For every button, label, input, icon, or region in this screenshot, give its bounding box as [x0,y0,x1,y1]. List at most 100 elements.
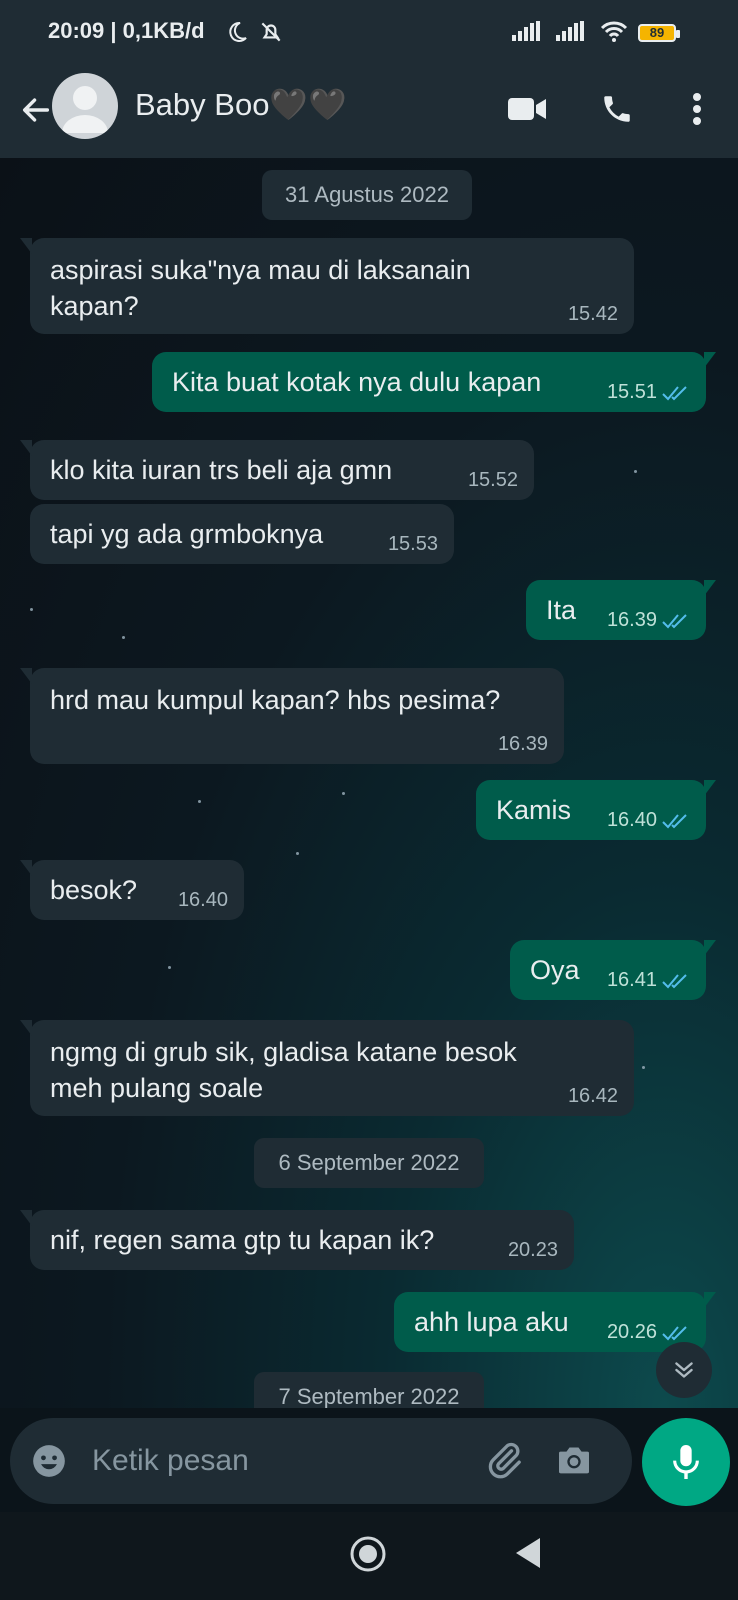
star [168,966,171,969]
message-text: tapi yg ada grmboknya [50,519,324,549]
message-outgoing[interactable]: Kamis 16.40 [476,780,716,840]
message-text: klo kita iuran trs beli aja gmn [50,455,393,485]
chat-area[interactable]: 31 Agustus 2022 aspirasi suka"nya mau di… [0,158,738,1408]
message-text: ngmg di grub sik, gladisa katane besok me… [50,1037,517,1103]
signal-icon [512,21,546,46]
bubble-tail [704,1292,716,1308]
system-navigation-bar [0,1512,738,1600]
double-check-icon [662,813,687,828]
message-text: ahh lupa aku [414,1307,569,1337]
double-check-icon [662,613,687,628]
microphone-icon [673,1445,699,1479]
message-incoming[interactable]: besok? 16.40 [20,860,244,920]
message-meta: 15.52 [468,469,518,492]
message-input[interactable] [90,1440,454,1482]
message-text: Oya [530,955,580,985]
message-meta: 15.53 [388,533,438,556]
message-meta: 16.41 [607,969,690,992]
emoji-button[interactable] [30,1442,68,1485]
back-nav-button[interactable] [514,1536,544,1575]
message-text: Kamis [496,795,572,825]
contact-name[interactable]: Baby Boo🖤🖤 [135,86,347,123]
double-check-icon [662,973,687,988]
battery-icon: 89 [638,23,682,44]
message-text: hrd mau kumpul kapan? hbs pesima? [50,685,501,715]
bubble-tail [20,860,32,876]
signal-icon [556,21,590,46]
message-outgoing[interactable]: Oya 16.41 [510,940,716,1000]
bubble-tail [704,780,716,796]
message-meta: 20.23 [508,1239,558,1262]
star [30,608,33,611]
message-time: 16.39 [606,609,657,631]
message-incoming[interactable]: nif, regen sama gtp tu kapan ik? 20.23 [20,1210,574,1270]
message-time: 16.40 [177,889,228,911]
message-text: besok? [50,875,138,905]
message-time: 16.41 [606,969,657,991]
emoji-icon [33,1445,65,1477]
video-call-button[interactable] [502,84,552,134]
status-bar: 20:09 | 0,1KB/d 89 [0,0,738,66]
message-meta: 20.26 [607,1321,690,1344]
triangle-back-icon [516,1538,540,1568]
message-incoming[interactable]: ngmg di grub sik, gladisa katane besok me… [20,1020,634,1116]
message-text: Kita buat kotak nya dulu kapan [172,367,542,397]
message-outgoing[interactable]: ahh lupa aku 20.26 [394,1292,716,1352]
bubble-tail [20,668,32,684]
star [342,792,345,795]
date-label: 6 September 2022 [278,1150,460,1175]
star [122,636,125,639]
message-text: nif, regen sama gtp tu kapan ik? [50,1225,435,1255]
home-button[interactable] [348,1534,388,1579]
message-text: Ita [546,595,577,625]
message-meta: 16.40 [178,889,228,912]
scroll-to-bottom-button[interactable] [656,1342,712,1398]
message-incoming[interactable]: klo kita iuran trs beli aja gmn 15.52 [20,440,534,500]
message-meta: 16.39 [498,733,548,756]
home-circle-icon [350,1536,386,1572]
voice-message-button[interactable] [642,1418,730,1506]
chat-header: Baby Boo🖤🖤 [0,66,738,158]
message-incoming[interactable]: hrd mau kumpul kapan? hbs pesima? 16.39 [20,668,564,764]
message-meta: 16.40 [607,809,690,832]
message-outgoing[interactable]: Kita buat kotak nya dulu kapan 15.51 [152,352,716,412]
message-incoming[interactable]: tapi yg ada grmboknya 15.53 [30,504,454,564]
status-time: 20:09 | 0,1KB/d [48,18,205,43]
message-time: 15.42 [567,303,618,325]
bubble-tail [704,352,716,368]
bubble-tail [20,238,32,254]
message-meta: 16.39 [607,609,690,632]
camera-button[interactable] [554,1440,594,1485]
star [296,852,299,855]
star [634,470,637,473]
message-incoming[interactable]: aspirasi suka"nya mau di laksanain kapan?… [20,238,634,334]
message-time: 16.42 [567,1085,618,1107]
date-label: 7 September 2022 [278,1384,460,1408]
voice-call-button[interactable] [592,84,642,134]
video-call-icon [508,98,546,120]
message-time: 20.23 [507,1239,558,1261]
avatar[interactable] [52,73,118,139]
star [198,800,201,803]
date-chip: 7 September 2022 [254,1372,484,1408]
message-meta: 15.51 [607,381,690,404]
more-vert-icon [693,93,701,125]
more-options-button[interactable] [672,84,722,134]
double-chevron-down-icon [675,1362,693,1378]
bubble-tail [20,1210,32,1226]
paperclip-icon [488,1442,521,1479]
date-chip: 6 September 2022 [254,1138,484,1188]
phone-icon [604,96,630,122]
message-time: 16.39 [497,733,548,755]
double-check-icon [662,385,687,400]
moon-icon [225,20,249,49]
star [642,1066,645,1069]
bubble-tail [20,1020,32,1036]
attach-button[interactable] [484,1440,524,1485]
message-outgoing[interactable]: Ita 16.39 [526,580,716,640]
date-label: 31 Agustus 2022 [285,182,449,207]
message-time: 15.53 [387,533,438,555]
bubble-tail [704,940,716,956]
battery-level: 89 [649,24,665,40]
message-meta: 16.42 [568,1085,618,1108]
